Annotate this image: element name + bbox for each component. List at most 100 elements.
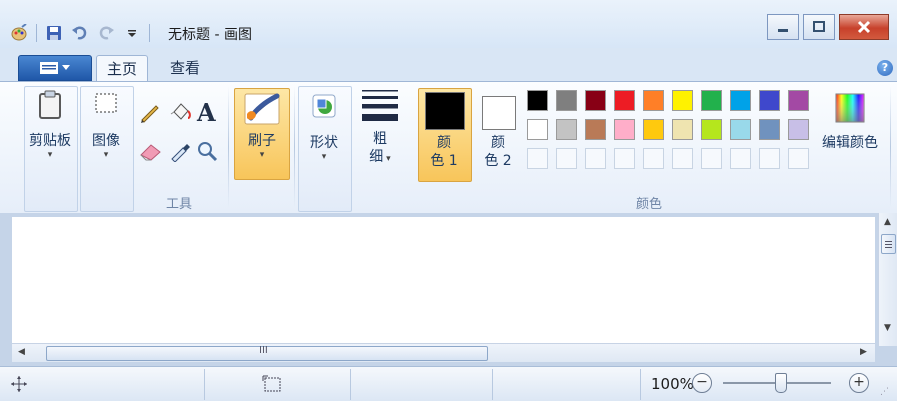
zoom-in-button[interactable]: +	[849, 373, 869, 393]
palette-swatch[interactable]	[527, 90, 548, 111]
clipboard-button[interactable]: 剪贴板 ▾	[24, 90, 76, 160]
palette-swatch[interactable]	[788, 119, 809, 140]
tab-home[interactable]: 主页	[96, 55, 149, 82]
tools-group-label: 工具	[166, 197, 193, 212]
palette-empty-swatch[interactable]	[759, 148, 780, 169]
minimize-icon	[778, 29, 788, 32]
palette-empty-swatch[interactable]	[672, 148, 693, 169]
resize-grip-icon[interactable]: ⋰	[880, 387, 889, 397]
clipboard-icon	[39, 90, 61, 119]
palette-swatch[interactable]	[643, 90, 664, 111]
qat-separator	[149, 24, 150, 42]
shapes-button[interactable]: 形状 ▾	[298, 92, 350, 162]
scroll-down-icon[interactable]: ▼	[884, 323, 891, 333]
palette-empty-swatch[interactable]	[788, 148, 809, 169]
palette-empty-swatch[interactable]	[643, 148, 664, 169]
save-icon[interactable]	[45, 24, 63, 42]
ribbon-tabs: 主页 查看 ?	[0, 52, 897, 82]
paint-menu-button[interactable]	[18, 55, 92, 81]
zoom-slider-thumb[interactable]	[775, 373, 787, 393]
status-separator	[492, 369, 493, 400]
edit-colors-label: 编辑颜色	[822, 135, 878, 151]
vertical-scroll-thumb[interactable]	[881, 234, 896, 254]
pencil-icon	[141, 105, 159, 123]
chevron-down-icon: ▾	[321, 152, 327, 162]
color1-swatch	[425, 92, 465, 130]
palette-swatch[interactable]	[730, 90, 751, 111]
scroll-left-icon[interactable]: ◀	[18, 347, 25, 357]
palette-swatch[interactable]	[672, 119, 693, 140]
title-bar: 无标题 - 画图	[0, 0, 897, 48]
undo-icon[interactable]	[71, 24, 89, 42]
palette-empty-swatch[interactable]	[701, 148, 722, 169]
text-tool[interactable]: A	[197, 98, 216, 127]
zoom-out-button[interactable]: −	[692, 373, 712, 393]
palette-swatch[interactable]	[585, 119, 606, 140]
edit-colors-button[interactable]: 编辑颜色	[818, 90, 882, 152]
chevron-down-icon: ▾	[259, 150, 265, 160]
chevron-down-icon: ▾	[47, 150, 53, 160]
line-size-icon	[362, 90, 398, 121]
brushes-content: 刷子 ▾	[234, 92, 290, 160]
ribbon: 剪贴板 ▾ 图像 ▾ A 工具 刷子 ▾ 形状 ▾ 粗 细 ▾ 颜 色 1 颜 …	[0, 81, 897, 214]
palette-swatch[interactable]	[759, 90, 780, 111]
status-separator	[204, 369, 205, 400]
image-button[interactable]: 图像 ▾	[80, 90, 132, 160]
vertical-scrollbar[interactable]: ▲ ▼	[878, 213, 897, 346]
color-picker-tool[interactable]	[168, 140, 192, 165]
palette-empty-swatch[interactable]	[556, 148, 577, 169]
palette-swatch[interactable]	[759, 119, 780, 140]
drawing-canvas[interactable]	[12, 217, 875, 343]
palette-swatch[interactable]	[730, 119, 751, 140]
paint-app-icon[interactable]	[10, 24, 28, 42]
palette-empty-swatch[interactable]	[730, 148, 751, 169]
ribbon-separator	[294, 86, 295, 208]
horizontal-grip-text: III	[259, 345, 268, 356]
horizontal-scroll-thumb[interactable]: III	[46, 345, 488, 361]
cursor-position-icon	[10, 375, 28, 396]
colors-group-label: 颜色	[636, 197, 663, 212]
size-button[interactable]: 粗 细 ▾	[354, 88, 406, 168]
horizontal-scrollbar[interactable]: ◀ III ▶	[12, 343, 875, 362]
maximize-icon	[813, 21, 825, 32]
palette-swatch[interactable]	[643, 119, 664, 140]
palette-swatch[interactable]	[701, 90, 722, 111]
pencil-tool[interactable]	[138, 100, 162, 127]
magnifier-tool[interactable]	[196, 140, 220, 165]
eraser-tool[interactable]	[138, 140, 164, 165]
grip-icon	[885, 241, 892, 248]
fill-tool[interactable]	[168, 100, 192, 127]
customize-qat-dropdown-icon[interactable]	[123, 24, 141, 42]
magnifier-icon	[198, 142, 218, 162]
select-image-icon	[95, 93, 117, 113]
palette-swatch[interactable]	[556, 90, 577, 111]
palette-swatch[interactable]	[527, 119, 548, 140]
redo-icon[interactable]	[97, 24, 115, 42]
shapes-label: 形状	[310, 135, 338, 151]
palette-empty-swatch[interactable]	[585, 148, 606, 169]
palette-swatch[interactable]	[614, 119, 635, 140]
palette-empty-swatch[interactable]	[614, 148, 635, 169]
quick-access-toolbar	[10, 20, 150, 46]
close-button[interactable]	[839, 14, 889, 40]
chevron-down-icon	[62, 65, 70, 70]
maximize-button[interactable]	[803, 14, 835, 40]
palette-swatch[interactable]	[672, 90, 693, 111]
palette-swatch[interactable]	[701, 119, 722, 140]
palette-empty-swatch[interactable]	[527, 148, 548, 169]
palette-swatch[interactable]	[585, 90, 606, 111]
palette-swatch[interactable]	[788, 90, 809, 111]
color2-label[interactable]: 颜 色 2	[474, 134, 522, 170]
selection-size-icon	[262, 375, 282, 396]
scroll-right-icon[interactable]: ▶	[860, 347, 867, 357]
tab-view[interactable]: 查看	[160, 55, 210, 81]
color2-swatch[interactable]	[482, 96, 516, 130]
image-label: 图像	[92, 133, 120, 149]
palette-swatch[interactable]	[556, 119, 577, 140]
ribbon-separator	[890, 86, 891, 208]
scroll-up-icon[interactable]: ▲	[884, 217, 891, 227]
help-icon[interactable]: ?	[877, 60, 893, 76]
palette-swatch[interactable]	[614, 90, 635, 111]
minimize-button[interactable]	[767, 14, 799, 40]
window-title: 无标题 - 画图	[168, 27, 252, 43]
